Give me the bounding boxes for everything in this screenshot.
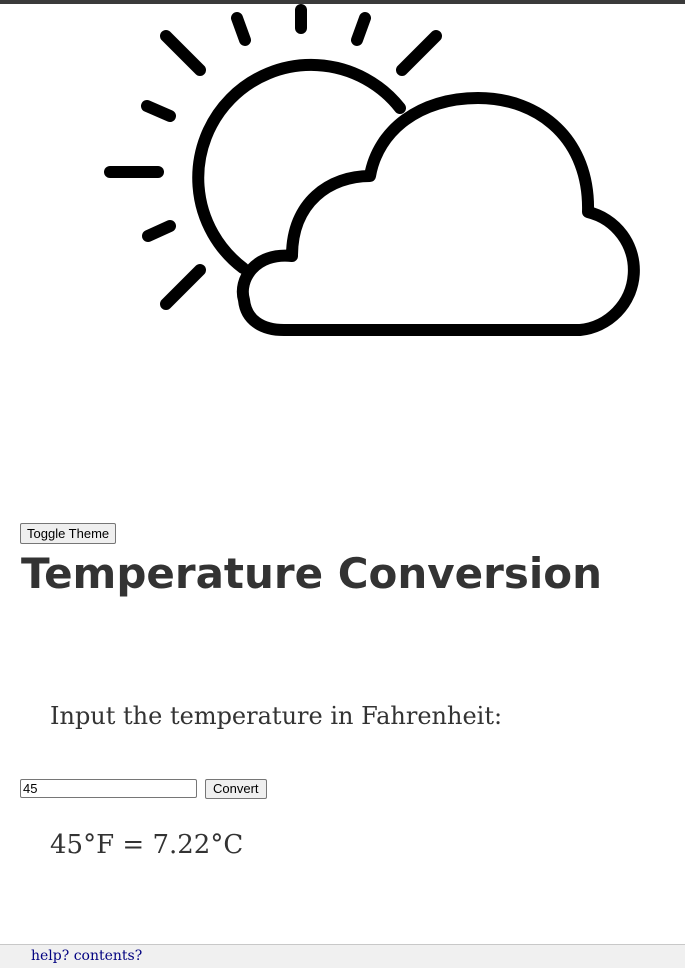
temperature-prompt-label: Input the temperature in Fahrenheit:: [50, 702, 503, 730]
conversion-result: 45°F = 7.22°C: [50, 830, 244, 860]
help-status-bar: help? contents?: [0, 944, 685, 968]
toggle-theme-button[interactable]: Toggle Theme: [20, 523, 117, 544]
convert-button[interactable]: Convert: [205, 779, 267, 799]
partly-cloudy-icon: [104, 4, 640, 336]
page-title: Temperature Conversion: [21, 549, 603, 598]
help-contents-link[interactable]: help? contents?: [31, 948, 142, 964]
fahrenheit-input[interactable]: [20, 779, 197, 798]
